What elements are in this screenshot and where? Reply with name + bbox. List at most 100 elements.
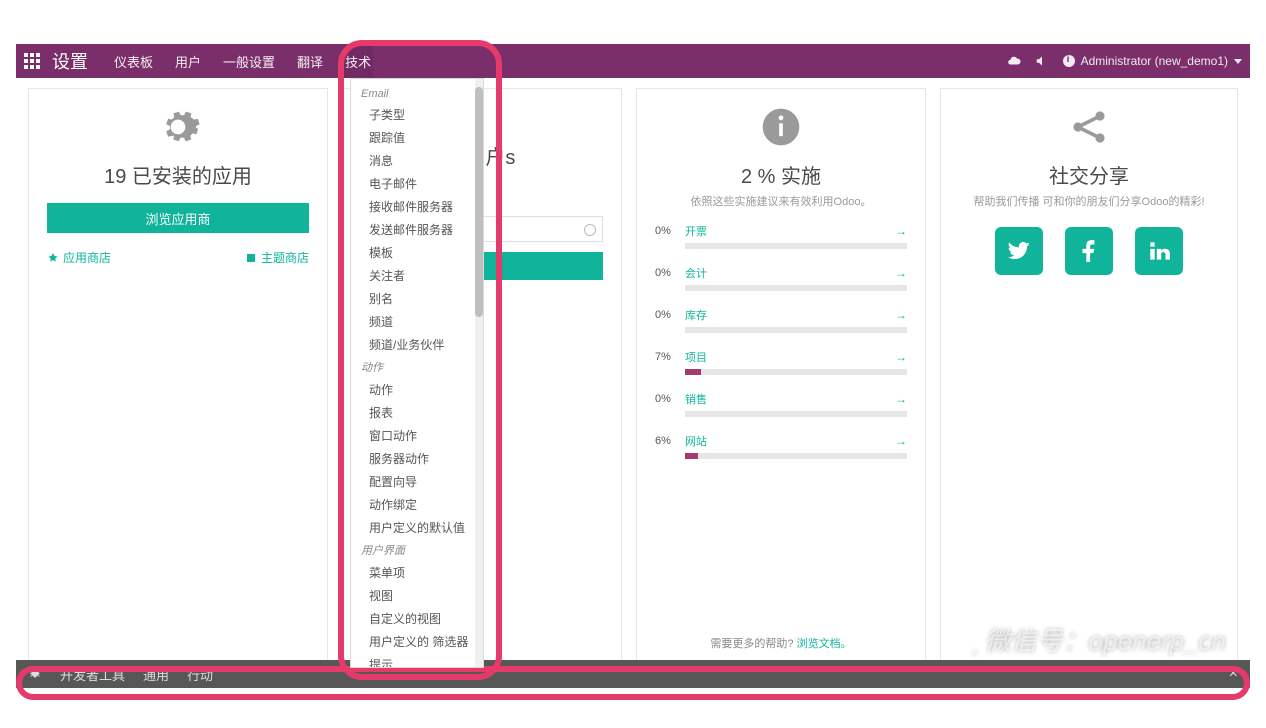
nav-item-dashboard[interactable]: 仪表板 (112, 46, 155, 77)
dropdown-item[interactable]: 关注者 (351, 264, 483, 287)
dropdown-item[interactable]: 模板 (351, 241, 483, 264)
arrow-right-icon: → (895, 308, 907, 322)
share-title: 社交分享 (959, 160, 1219, 189)
dropdown-item[interactable]: 跟踪值 (351, 126, 483, 149)
progress-bar (685, 411, 907, 417)
dropdown-item[interactable]: 电子邮件 (351, 172, 483, 195)
dropdown-item[interactable]: 用户定义的 筛选器 (351, 630, 483, 653)
card-implementation: 2 % 实施 依照这些实施建议来有效利用Odoo。 0%开票→0%会计→0%库存… (636, 88, 926, 668)
nav-item-translate[interactable]: 翻译 (295, 46, 325, 77)
progress-name: 项目 (685, 349, 895, 365)
linkedin-icon (1146, 238, 1172, 264)
progress-row[interactable]: 7%项目→ (655, 349, 907, 375)
card-installed-apps: 19 已安装的应用 浏览应用商 应用商店 主题商店 (28, 88, 328, 668)
apps-grid-icon[interactable] (24, 53, 40, 69)
dropdown-item[interactable]: 自定义的视图 (351, 607, 483, 630)
dropdown-item[interactable]: 频道/业务伙伴 (351, 333, 483, 356)
help-footer: 需要更多的帮助? 浏览文档。 (655, 621, 907, 651)
info-avatar-icon (1063, 55, 1075, 67)
nav-item-general[interactable]: 一般设置 (221, 46, 277, 77)
link-theme-store[interactable]: 主题商店 (245, 249, 309, 266)
share-icon (959, 105, 1219, 154)
progress-percent: 0% (655, 225, 685, 237)
progress-name: 库存 (685, 307, 895, 323)
speaker-icon[interactable] (1035, 54, 1049, 68)
progress-row[interactable]: 0%库存→ (655, 307, 907, 333)
impl-sub: 依照这些实施建议来有效利用Odoo。 (655, 193, 907, 209)
info-icon (655, 105, 907, 154)
arrow-right-icon: → (895, 434, 907, 448)
progress-percent: 0% (655, 267, 685, 279)
dropdown-item[interactable]: 服务器动作 (351, 447, 483, 470)
dropdown-item[interactable]: 报表 (351, 401, 483, 424)
dropdown-item[interactable]: 视图 (351, 584, 483, 607)
user-menu[interactable]: Administrator (new_demo1) (1063, 54, 1242, 68)
progress-percent: 7% (655, 351, 685, 363)
dropdown-item[interactable]: 消息 (351, 149, 483, 172)
browse-apps-button[interactable]: 浏览应用商 (47, 203, 309, 233)
dropdown-item[interactable]: 别名 (351, 287, 483, 310)
share-twitter-button[interactable] (995, 227, 1043, 275)
bug-icon (28, 667, 42, 681)
nav-item-users[interactable]: 用户 (173, 46, 203, 77)
progress-bar (685, 453, 907, 459)
facebook-icon (1076, 238, 1102, 264)
devbar-close-button[interactable]: × (1229, 665, 1238, 683)
share-facebook-button[interactable] (1065, 227, 1113, 275)
progress-row[interactable]: 0%会计→ (655, 265, 907, 291)
link-app-store[interactable]: 应用商店 (47, 249, 111, 266)
devbar-tab-action[interactable]: 行动 (187, 665, 213, 684)
devbar-title: 开发者工具 (60, 665, 125, 684)
twitter-icon (1006, 238, 1032, 264)
watermark: 微信号：openerp_cn (941, 621, 1226, 658)
rocket-icon (47, 252, 59, 264)
wechat-icon (941, 625, 977, 655)
top-nav: 设置 仪表板 用户 一般设置 翻译 技术 Administrator (new_… (16, 44, 1250, 78)
progress-percent: 6% (655, 435, 685, 447)
help-doc-link[interactable]: 浏览文档。 (797, 638, 852, 650)
progress-list: 0%开票→0%会计→0%库存→7%项目→0%销售→6%网站→ (655, 223, 907, 475)
dropdown-item[interactable]: 动作绑定 (351, 493, 483, 516)
chevron-down-icon (1234, 59, 1242, 64)
developer-toolbar: 开发者工具 通用 行动 × (16, 660, 1250, 688)
dropdown-item[interactable]: 窗口动作 (351, 424, 483, 447)
devbar-tab-general[interactable]: 通用 (143, 665, 169, 684)
dashboard-content: 19 已安装的应用 浏览应用商 应用商店 主题商店 3 用户s 等待中 待办 1 (16, 78, 1250, 678)
nav-item-technical[interactable]: 技术 (343, 46, 373, 77)
progress-bar (685, 327, 907, 333)
dropdown-item[interactable]: 用户定义的默认值 (351, 516, 483, 539)
arrow-right-icon: → (895, 392, 907, 406)
dropdown-group-header: 用户界面 (351, 539, 483, 561)
progress-row[interactable]: 0%销售→ (655, 391, 907, 417)
dropdown-group-header: 动作 (351, 356, 483, 378)
progress-row[interactable]: 6%网站→ (655, 433, 907, 459)
dropdown-scrollbar[interactable] (475, 79, 483, 667)
technical-dropdown: Email子类型跟踪值消息电子邮件接收邮件服务器发送邮件服务器模板关注者别名频道… (350, 78, 484, 668)
app-title: 设置 (52, 48, 88, 74)
progress-bar (685, 243, 907, 249)
dropdown-item[interactable]: 频道 (351, 310, 483, 333)
dropdown-item[interactable]: 菜单项 (351, 561, 483, 584)
cloud-icon[interactable] (1007, 54, 1021, 68)
user-label: Administrator (new_demo1) (1081, 54, 1228, 68)
share-sub: 帮助我们传播 可和你的朋友们分享Odoo的精彩! (959, 193, 1219, 209)
progress-bar (685, 369, 907, 375)
dropdown-item[interactable]: 配置向导 (351, 470, 483, 493)
progress-bar (685, 285, 907, 291)
arrow-right-icon: → (895, 350, 907, 364)
progress-percent: 0% (655, 309, 685, 321)
progress-row[interactable]: 0%开票→ (655, 223, 907, 249)
dropdown-item[interactable]: 动作 (351, 378, 483, 401)
progress-name: 开票 (685, 223, 895, 239)
arrow-right-icon: → (895, 224, 907, 238)
dropdown-item[interactable]: 发送邮件服务器 (351, 218, 483, 241)
nav-menu: 仪表板 用户 一般设置 翻译 技术 (112, 46, 373, 77)
progress-name: 销售 (685, 391, 895, 407)
dropdown-item[interactable]: 提示 (351, 653, 483, 668)
dropdown-group-header: Email (351, 85, 483, 103)
gear-icon (47, 105, 309, 154)
dropdown-item[interactable]: 子类型 (351, 103, 483, 126)
share-linkedin-button[interactable] (1135, 227, 1183, 275)
apps-title: 19 已安装的应用 (47, 160, 309, 189)
dropdown-item[interactable]: 接收邮件服务器 (351, 195, 483, 218)
